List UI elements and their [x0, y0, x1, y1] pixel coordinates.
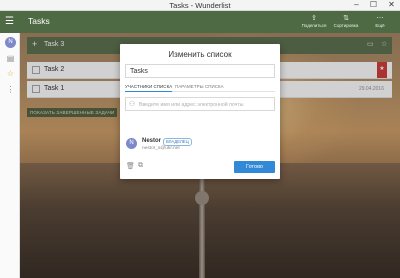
invite-field[interactable]: ⚇: [125, 97, 275, 111]
sort-icon: ⇅: [343, 15, 349, 22]
duplicate-icon[interactable]: ⧉: [138, 162, 143, 170]
window-titlebar: Tasks - Wunderlist – ☐ ✕: [0, 0, 400, 11]
sidebar: N ▤ ☆ ⋮: [0, 33, 20, 278]
close-button[interactable]: ✕: [385, 0, 398, 10]
share-button[interactable]: ⇪ Поделиться: [300, 14, 328, 28]
tab-list-members[interactable]: УЧАСТНИКИ СПИСКА: [125, 84, 173, 92]
member-avatar: N: [126, 138, 137, 149]
maximize-button[interactable]: ☐: [367, 0, 380, 10]
list-title: Tasks: [28, 16, 50, 26]
list-name-input[interactable]: [125, 64, 275, 78]
tab-list-settings[interactable]: ПАРАМЕТРЫ СПИСКА: [175, 84, 224, 89]
done-button[interactable]: Готово: [234, 161, 275, 173]
dialog-title: Изменить список: [168, 50, 232, 59]
menu-icon[interactable]: ☰: [5, 16, 16, 27]
member-email: nestor_s@ukr.net: [142, 146, 180, 151]
dialog-tabs: УЧАСТНИКИ СПИСКА ПАРАМЕТРЫ СПИСКА: [125, 83, 275, 92]
member-name: Nestor: [142, 138, 162, 144]
share-label: Поделиться: [301, 23, 327, 28]
trash-icon[interactable]: 🗑: [126, 162, 135, 170]
inbox-icon[interactable]: ▤: [6, 54, 15, 63]
app-area: ☰ Tasks ⇪ Поделиться ⇅ Сортировка ⋯ Ещё …: [0, 11, 400, 278]
edit-list-dialog: Изменить список УЧАСТНИКИ СПИСКА ПАРАМЕТ…: [120, 44, 280, 179]
more-label: Ещё: [375, 23, 385, 28]
minimize-button[interactable]: –: [350, 0, 363, 10]
starred-icon[interactable]: ☆: [6, 69, 15, 78]
sort-label: Сортировка: [333, 23, 359, 28]
more-icon: ⋯: [376, 15, 384, 22]
owner-badge: ВЛАДЕЛЕЦ: [163, 138, 192, 146]
more-button[interactable]: ⋯ Ещё: [366, 14, 394, 28]
add-person-icon: ⚇: [129, 101, 136, 108]
user-avatar[interactable]: N: [5, 37, 16, 48]
list-header: ☰ Tasks ⇪ Поделиться ⇅ Сортировка ⋯ Ещё: [0, 11, 400, 33]
invite-input[interactable]: [139, 100, 271, 109]
more-lists-icon[interactable]: ⋮: [6, 85, 15, 94]
share-icon: ⇪: [311, 15, 317, 22]
sort-button[interactable]: ⇅ Сортировка: [332, 14, 360, 28]
window-title: Tasks - Wunderlist: [169, 1, 231, 10]
member-row: N Nestor ВЛАДЕЛЕЦ nestor_s@ukr.net: [125, 137, 275, 155]
